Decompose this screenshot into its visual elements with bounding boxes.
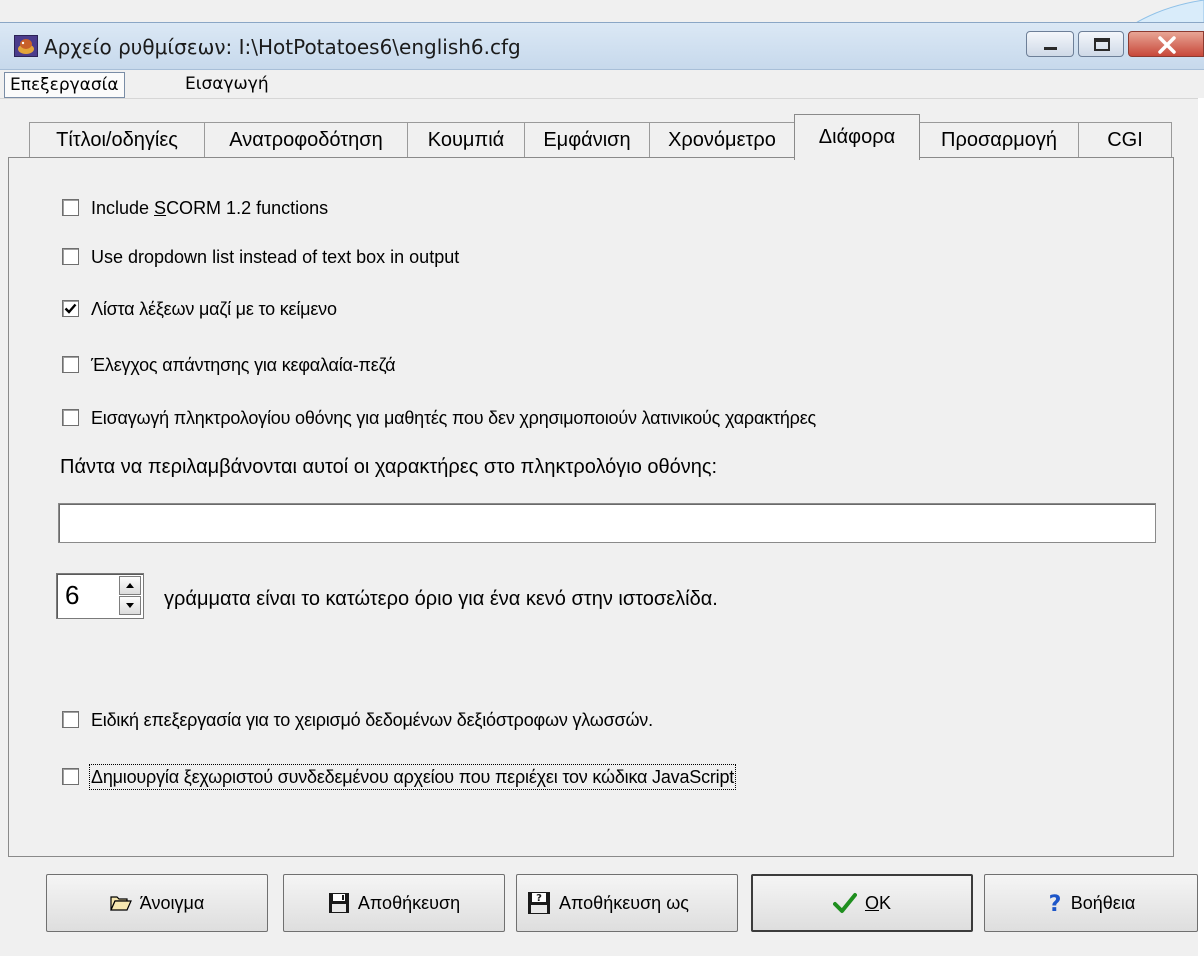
tab-timer[interactable]: Χρονόμετρο: [649, 122, 795, 158]
floppy-disk-icon: [328, 893, 349, 913]
settings-window: Αρχείο ρυθμίσεων: I:\HotPotatoes6\englis…: [0, 0, 1204, 956]
word-list-checkbox[interactable]: [62, 300, 79, 317]
onscreen-keyboard-label: Εισαγωγή πληκτρολογίου οθόνης για μαθητέ…: [91, 408, 817, 428]
tab-buttons[interactable]: Κουμπιά: [407, 122, 525, 158]
tab-appearance[interactable]: Εμφάνιση: [524, 122, 650, 158]
minimize-icon: [1044, 47, 1057, 50]
save-as-button[interactable]: ? Αποθήκευση ως: [516, 874, 738, 932]
rtl-languages-label: Ειδική επεξεργασία για το χειρισμό δεδομ…: [91, 710, 653, 730]
menu-insert[interactable]: Εισαγωγή: [180, 72, 274, 96]
arrow-down-icon: [126, 603, 134, 608]
title-bar[interactable]: Αρχείο ρυθμίσεων: I:\HotPotatoes6\englis…: [0, 22, 1204, 70]
help-button-label: Βοήθεια: [1070, 892, 1136, 913]
case-sensitive-checkbox[interactable]: [62, 356, 79, 373]
menu-bar: Επεξεργασία Εισαγωγή: [0, 70, 1204, 99]
maximize-button[interactable]: [1078, 31, 1124, 57]
open-button-label: Άνοιγμα: [139, 892, 205, 913]
word-list-label: Λίστα λέξεων μαζί με το κείμενο: [91, 299, 337, 319]
menu-edit[interactable]: Επεξεργασία: [4, 72, 125, 98]
tab-feedback[interactable]: Ανατροφοδότηση: [204, 122, 408, 158]
svg-text:?: ?: [1048, 892, 1061, 914]
close-icon: [1158, 36, 1176, 54]
tab-titles-instructions[interactable]: Τίτλοι/οδηγίες: [29, 122, 205, 158]
app-icon: [14, 35, 38, 57]
open-button[interactable]: Άνοιγμα: [46, 874, 268, 932]
rtl-languages-checkbox[interactable]: [62, 711, 79, 728]
checkmark-icon: [832, 893, 857, 913]
floppy-save-as-icon: ?: [528, 892, 550, 914]
spin-down-button[interactable]: [119, 596, 141, 615]
min-gap-label: γράμματα είναι το κατώτερο όριο για ένα …: [164, 588, 718, 610]
min-gap-value[interactable]: 6: [65, 580, 79, 611]
svg-text:?: ?: [536, 893, 542, 904]
tab-misc[interactable]: Διάφορα: [794, 114, 920, 160]
window-corner-decoration: [1134, 0, 1204, 24]
ok-button[interactable]: OK: [751, 874, 973, 932]
maximize-icon: [1094, 38, 1110, 51]
tab-strip: Τίτλοι/οδηγίες Ανατροφοδότηση Κουμπιά Εμ…: [0, 114, 1204, 160]
spin-up-button[interactable]: [119, 576, 141, 595]
keyboard-chars-label: Πάντα να περιλαμβάνονται αυτοί οι χαρακτ…: [60, 456, 718, 478]
ok-button-label: OK: [864, 892, 892, 913]
arrow-up-icon: [126, 583, 134, 588]
dropdown-list-label: Use dropdown list instead of text box in…: [91, 247, 460, 267]
dropdown-list-checkbox[interactable]: [62, 248, 79, 265]
min-gap-spinner[interactable]: 6: [56, 573, 144, 619]
save-button-label: Αποθήκευση: [357, 892, 461, 913]
save-as-button-label: Αποθήκευση ως: [559, 892, 689, 913]
save-button[interactable]: Αποθήκευση: [283, 874, 505, 932]
scorm-checkbox[interactable]: [62, 199, 79, 216]
tab-customize[interactable]: Προσαρμογή: [919, 122, 1079, 158]
minimize-button[interactable]: [1026, 31, 1074, 57]
separate-js-file-label: Δημιουργία ξεχωριστού συνδεδεμένου αρχεί…: [88, 764, 737, 790]
help-button[interactable]: ? Βοήθεια: [984, 874, 1198, 932]
scorm-label: Include SCORM 1.2 functions: [91, 198, 329, 218]
question-mark-icon: ?: [1048, 892, 1061, 914]
case-sensitive-label: Έλεγχος απάντησης για κεφαλαία-πεζά: [91, 355, 396, 375]
close-button[interactable]: [1128, 31, 1204, 57]
window-title: Αρχείο ρυθμίσεων: I:\HotPotatoes6\englis…: [44, 35, 521, 59]
keyboard-chars-input[interactable]: [58, 503, 1156, 543]
separate-js-file-checkbox[interactable]: [62, 768, 79, 785]
window-edge: [1198, 98, 1204, 956]
folder-open-icon: [109, 896, 132, 911]
checkmark-icon: [64, 303, 77, 314]
tab-cgi[interactable]: CGI: [1078, 122, 1172, 158]
onscreen-keyboard-checkbox[interactable]: [62, 409, 79, 426]
